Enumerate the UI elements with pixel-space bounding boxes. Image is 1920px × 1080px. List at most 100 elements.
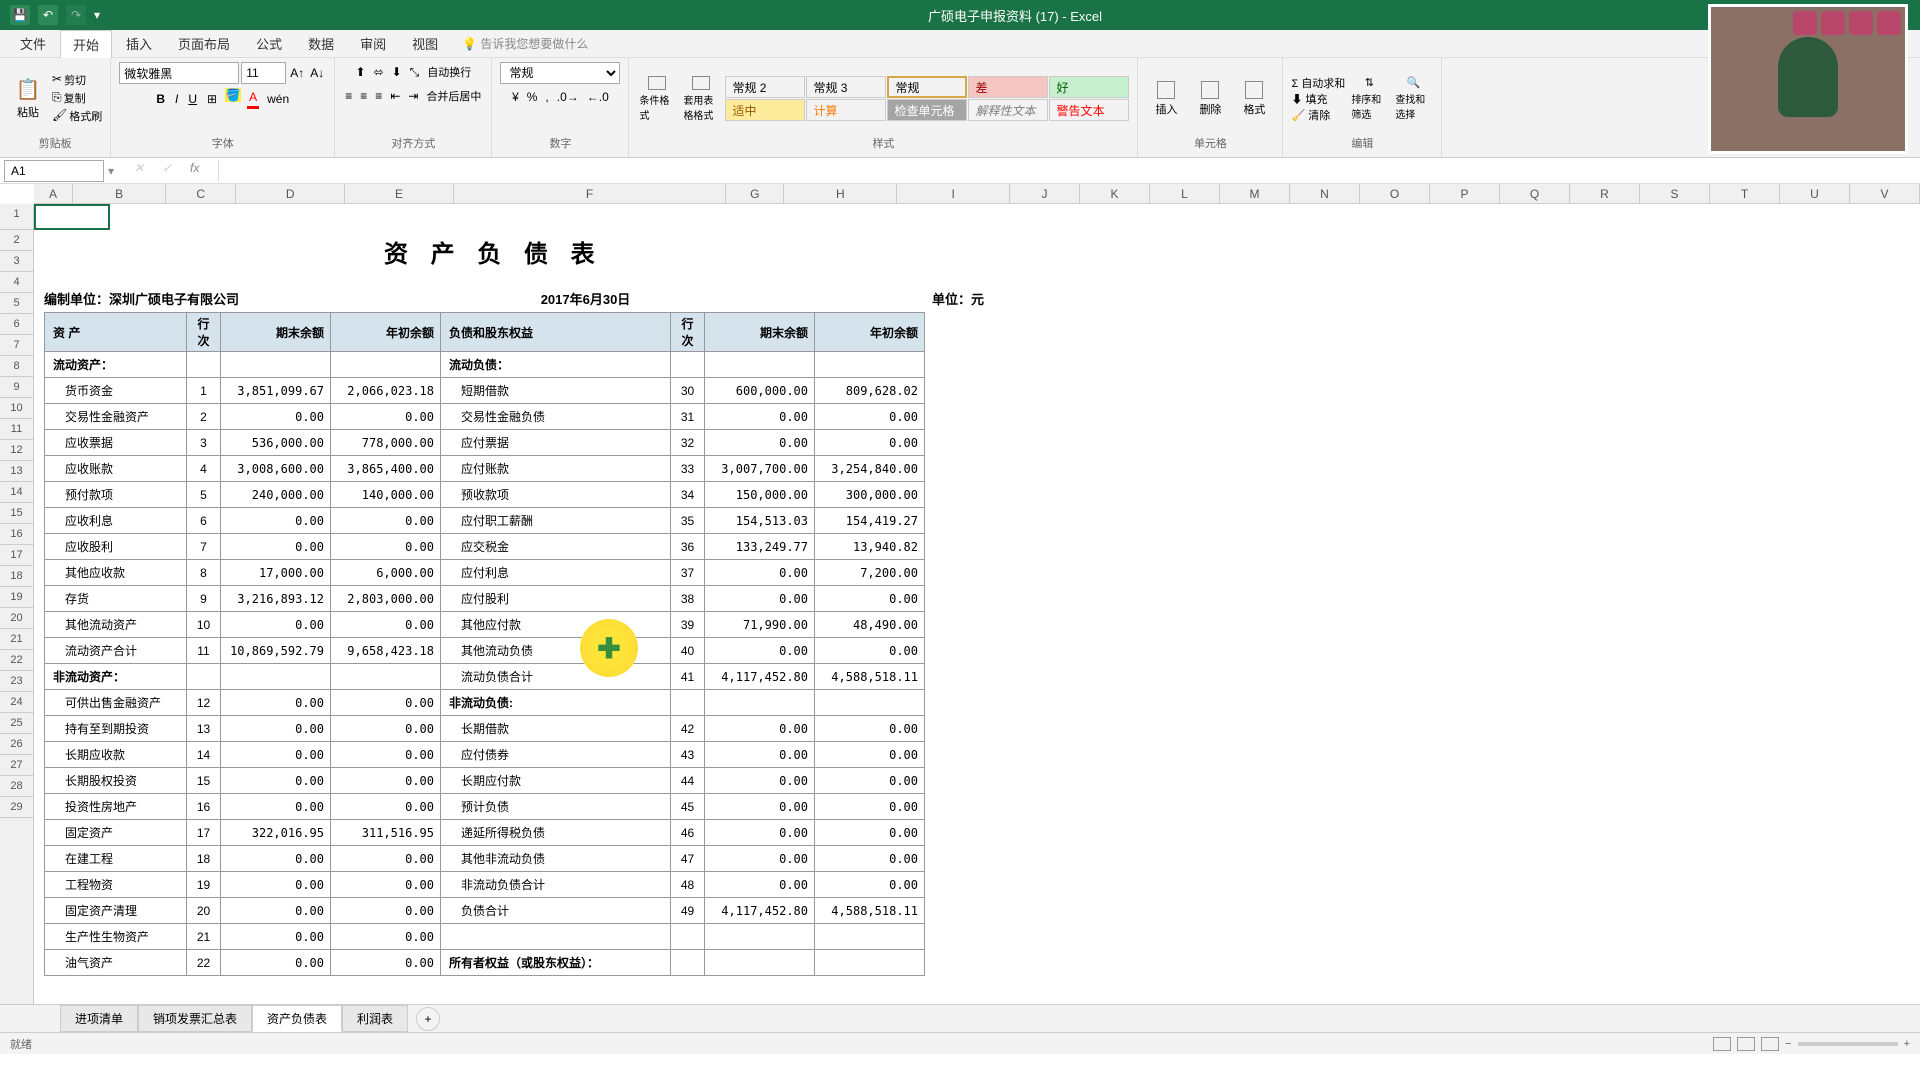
sort-filter-button[interactable]: ⇅排序和筛选	[1349, 74, 1389, 124]
cell[interactable]: 0.00	[705, 872, 815, 898]
cell[interactable]: 48	[671, 872, 705, 898]
cell[interactable]: 3,008,600.00	[221, 456, 331, 482]
add-sheet-button[interactable]: +	[416, 1007, 440, 1031]
italic-button[interactable]: I	[173, 88, 180, 109]
cell[interactable]	[441, 924, 671, 950]
cell[interactable]: 0.00	[331, 950, 441, 976]
cell[interactable]: 140,000.00	[331, 482, 441, 508]
col-header-F[interactable]: F	[454, 184, 726, 203]
sheet-tab-3[interactable]: 利润表	[342, 1005, 408, 1032]
normal-view-button[interactable]	[1713, 1037, 1731, 1051]
cell[interactable]: 0.00	[221, 872, 331, 898]
cell[interactable]: 778,000.00	[331, 430, 441, 456]
cell[interactable]: 其他流动资产	[45, 612, 187, 638]
row-header-4[interactable]: 4	[0, 272, 33, 293]
cell[interactable]: 0.00	[815, 586, 925, 612]
cell[interactable]	[331, 664, 441, 690]
cell[interactable]: 其他应收款	[45, 560, 187, 586]
col-header-V[interactable]: V	[1850, 184, 1920, 203]
align-right-icon[interactable]: ≡	[373, 86, 384, 106]
col-header-J[interactable]: J	[1010, 184, 1080, 203]
cell[interactable]: 12	[187, 690, 221, 716]
cell[interactable]: 存货	[45, 586, 187, 612]
menu-开始[interactable]: 开始	[60, 30, 112, 58]
cell[interactable]: 0.00	[331, 794, 441, 820]
cell[interactable]: 0.00	[705, 846, 815, 872]
cell[interactable]	[221, 664, 331, 690]
cell[interactable]: 应付股利	[441, 586, 671, 612]
menu-视图[interactable]: 视图	[400, 30, 450, 57]
cell[interactable]: 3,851,099.67	[221, 378, 331, 404]
cell[interactable]: 0.00	[331, 768, 441, 794]
wrap-text-button[interactable]: 自动换行	[425, 62, 473, 82]
cell[interactable]: 17	[187, 820, 221, 846]
cell[interactable]: 应付账款	[441, 456, 671, 482]
increase-font-icon[interactable]: A↑	[288, 62, 306, 84]
cell[interactable]: 应付利息	[441, 560, 671, 586]
number-format-select[interactable]: 常规	[500, 62, 620, 84]
cell[interactable]: 投资性房地产	[45, 794, 187, 820]
col-header-C[interactable]: C	[166, 184, 236, 203]
cell[interactable]: 负债合计	[441, 898, 671, 924]
cell[interactable]	[187, 664, 221, 690]
cell[interactable]: 0.00	[221, 924, 331, 950]
fx-icon[interactable]: fx	[190, 161, 210, 181]
format-painter-button[interactable]: 格式刷	[69, 108, 102, 124]
cell[interactable]: 7,200.00	[815, 560, 925, 586]
cell[interactable]: 3,216,893.12	[221, 586, 331, 612]
cell[interactable]: 44	[671, 768, 705, 794]
cell[interactable]: 0.00	[705, 404, 815, 430]
cell[interactable]: 39	[671, 612, 705, 638]
cell[interactable]: 1	[187, 378, 221, 404]
cell[interactable]: 11	[187, 638, 221, 664]
cell[interactable]: 预付款项	[45, 482, 187, 508]
paste-button[interactable]: 📋 粘贴	[8, 74, 48, 124]
cell[interactable]: 322,016.95	[221, 820, 331, 846]
cut-button[interactable]: 剪切	[64, 72, 86, 88]
cell[interactable]: 30	[671, 378, 705, 404]
cell[interactable]: 2	[187, 404, 221, 430]
row-header-19[interactable]: 19	[0, 587, 33, 608]
percent-icon[interactable]: %	[525, 88, 540, 106]
spreadsheet-grid[interactable]: 资 产 负 债 表 编制单位：深圳广硕电子有限公司 2017年6月30日 单位：…	[34, 204, 1920, 1004]
row-header-12[interactable]: 12	[0, 440, 33, 461]
cell[interactable]: 15	[187, 768, 221, 794]
style-normal[interactable]: 常规	[887, 76, 967, 98]
align-center-icon[interactable]: ≡	[358, 86, 369, 106]
cell[interactable]: 可供出售金融资产	[45, 690, 187, 716]
cell[interactable]: 0.00	[221, 612, 331, 638]
cell[interactable]: 10,869,592.79	[221, 638, 331, 664]
row-header-11[interactable]: 11	[0, 419, 33, 440]
cell[interactable]: 300,000.00	[815, 482, 925, 508]
cell[interactable]: 0.00	[221, 404, 331, 430]
cell[interactable]: 交易性金融负债	[441, 404, 671, 430]
cell[interactable]: 应收利息	[45, 508, 187, 534]
col-header-S[interactable]: S	[1640, 184, 1710, 203]
row-header-13[interactable]: 13	[0, 461, 33, 482]
cell[interactable]: 流动资产：	[45, 352, 187, 378]
cell[interactable]: 0.00	[221, 690, 331, 716]
row-header-6[interactable]: 6	[0, 314, 33, 335]
page-layout-button[interactable]	[1737, 1037, 1755, 1051]
row-header-5[interactable]: 5	[0, 293, 33, 314]
cell[interactable]	[705, 352, 815, 378]
cell[interactable]: 非流动负债:	[441, 690, 671, 716]
cell[interactable]	[671, 352, 705, 378]
cell[interactable]: 0.00	[705, 794, 815, 820]
col-header-E[interactable]: E	[345, 184, 454, 203]
cell[interactable]: 4	[187, 456, 221, 482]
cell[interactable]: 13	[187, 716, 221, 742]
col-header-B[interactable]: B	[73, 184, 166, 203]
menu-审阅[interactable]: 审阅	[348, 30, 398, 57]
currency-icon[interactable]: ¥	[510, 88, 521, 106]
row-header-14[interactable]: 14	[0, 482, 33, 503]
cell[interactable]: 生产性生物资产	[45, 924, 187, 950]
cell[interactable]: 0.00	[815, 820, 925, 846]
sheet-tab-0[interactable]: 进项清单	[60, 1005, 138, 1032]
row-header-8[interactable]: 8	[0, 356, 33, 377]
delete-cells-button[interactable]: 删除	[1190, 74, 1230, 124]
col-header-G[interactable]: G	[726, 184, 784, 203]
cell[interactable]: 0.00	[705, 586, 815, 612]
cell[interactable]: 32	[671, 430, 705, 456]
cell[interactable]: 流动负债合计	[441, 664, 671, 690]
